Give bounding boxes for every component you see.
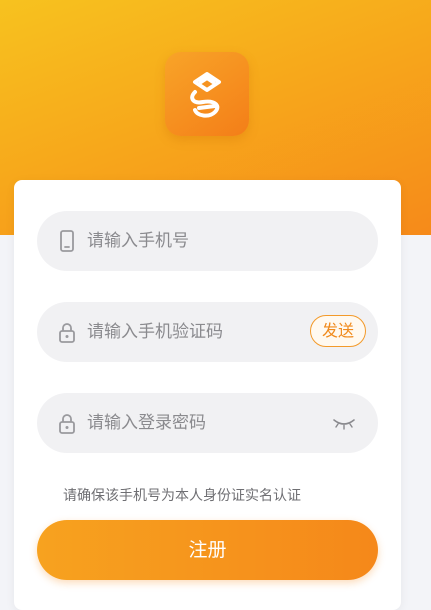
password-input[interactable]	[87, 393, 327, 453]
verification-code-input[interactable]	[87, 302, 287, 362]
phone-icon	[60, 230, 74, 252]
phone-field	[37, 211, 378, 271]
verification-code-field: 发送	[37, 302, 378, 362]
app-logo	[165, 52, 249, 136]
send-code-button[interactable]: 发送	[310, 315, 366, 347]
eye-closed-icon[interactable]	[332, 415, 356, 431]
lock-icon	[59, 414, 75, 434]
app-logo-icon	[190, 72, 221, 118]
password-field	[37, 393, 378, 453]
phone-input[interactable]	[87, 211, 327, 271]
lock-icon	[59, 323, 75, 343]
real-name-notice: 请确保该手机号为本人身份证实名认证	[63, 488, 301, 504]
register-button[interactable]: 注册	[37, 520, 378, 580]
